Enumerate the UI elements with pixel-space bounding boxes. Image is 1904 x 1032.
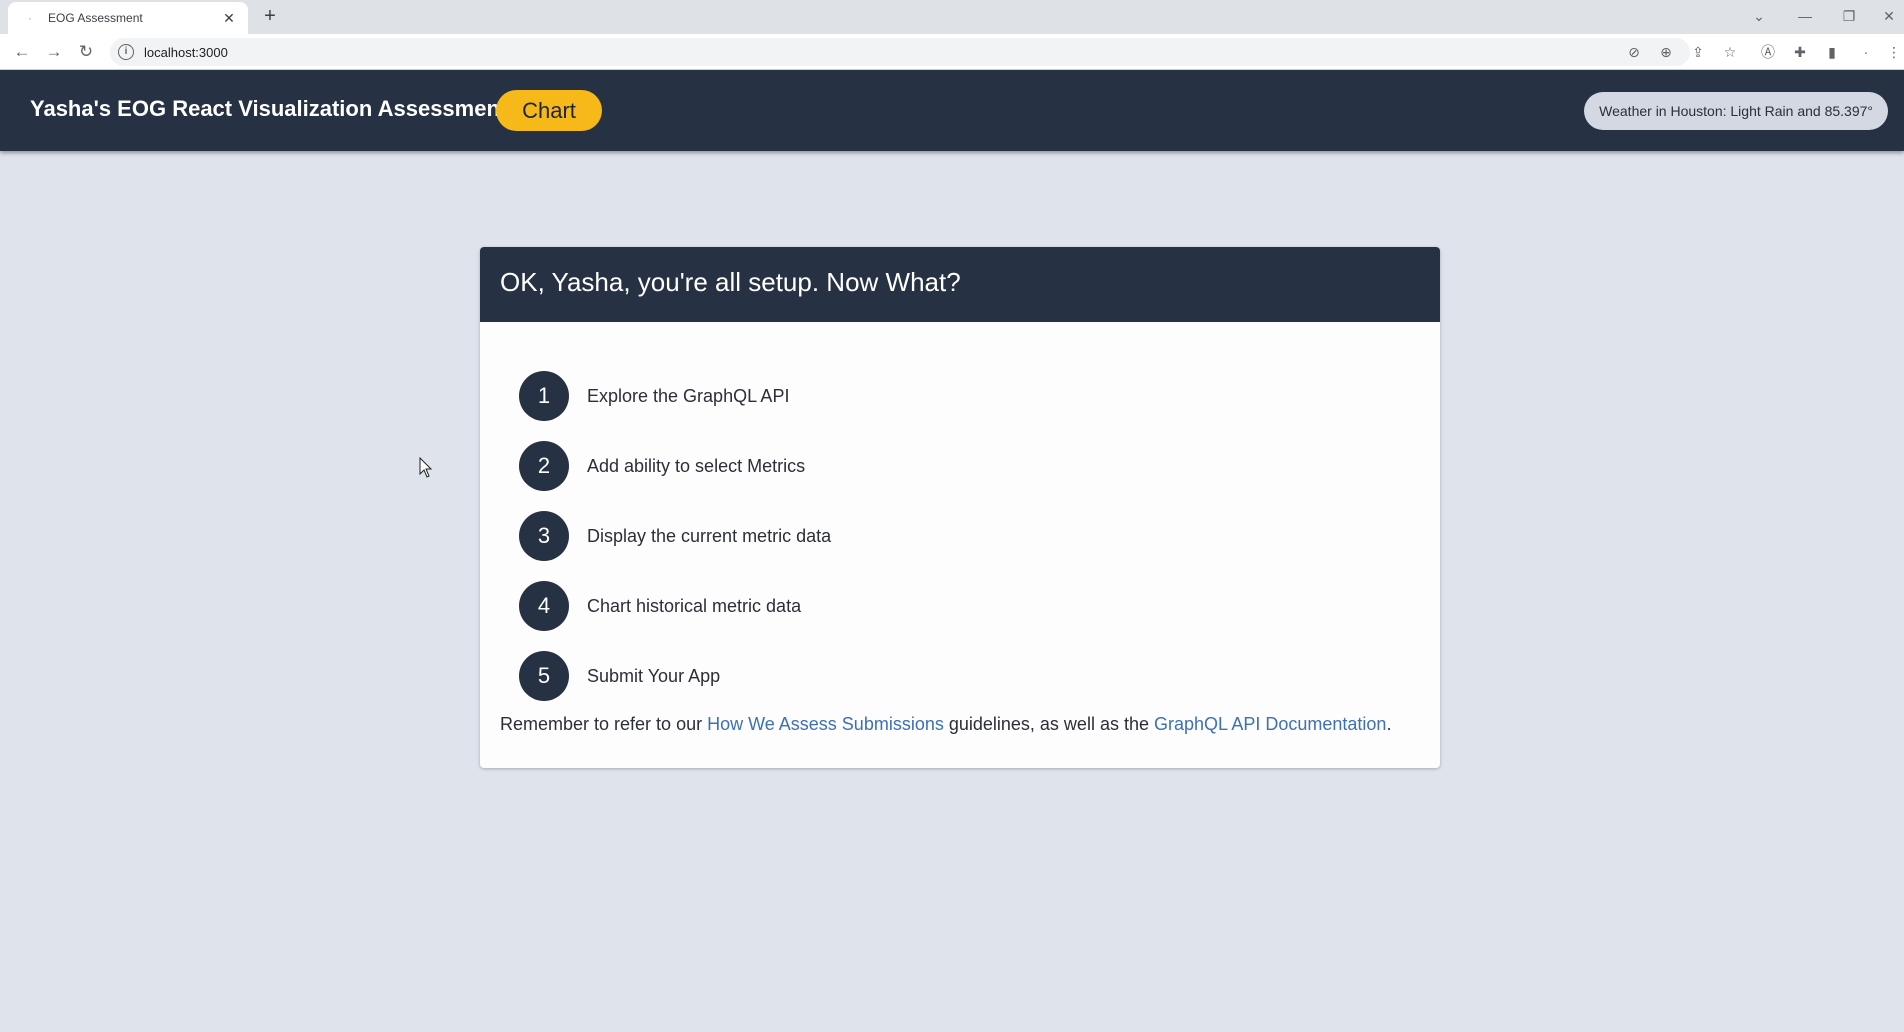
share-icon[interactable]: ⇪ — [1686, 40, 1710, 64]
footer-note: Remember to refer to our How We Assess S… — [500, 714, 1391, 735]
extension-icon[interactable]: ✚ — [1788, 40, 1812, 64]
forward-arrow-icon[interactable]: → — [42, 40, 66, 64]
list-item: 3 Display the current metric data — [519, 501, 831, 571]
tab-search-icon[interactable]: ⌄ — [1744, 4, 1774, 28]
browser-tab[interactable]: · EOG Assessment ✕ — [8, 2, 248, 34]
back-arrow-icon[interactable]: ← — [10, 40, 34, 64]
list-item: 5 Submit Your App — [519, 641, 831, 711]
app-header: Yasha's EOG React Visualization Assessme… — [0, 70, 1904, 151]
step-text: Explore the GraphQL API — [587, 385, 790, 406]
reload-icon[interactable]: ↻ — [74, 40, 98, 64]
steps-list: 1 Explore the GraphQL API 2 Add ability … — [519, 361, 831, 711]
chart-button[interactable]: Chart — [496, 90, 602, 131]
step-text: Submit Your App — [587, 665, 721, 686]
info-icon[interactable]: i — [118, 44, 134, 60]
restore-icon[interactable]: ❐ — [1834, 4, 1864, 28]
footer-prefix: Remember to refer to our — [500, 714, 708, 734]
tab-title: EOG Assessment — [48, 11, 143, 25]
sidebar-icon[interactable]: ▮ — [1820, 40, 1844, 64]
footer-middle: guidelines, as well as the — [943, 714, 1154, 734]
tab-close-icon[interactable]: ✕ — [220, 9, 238, 27]
card-heading: OK, Yasha, you're all setup. Now What? — [480, 247, 1440, 322]
mouse-cursor-icon — [419, 457, 433, 478]
step-text: Chart historical metric data — [587, 595, 802, 616]
profile-extension-icon[interactable]: Ⓐ — [1756, 40, 1780, 64]
step-text: Display the current metric data — [587, 525, 832, 546]
url-text[interactable]: localhost:3000 — [144, 45, 228, 60]
new-tab-button[interactable]: + — [258, 5, 282, 29]
menu-icon[interactable]: ⋮ — [1882, 40, 1904, 64]
address-bar[interactable]: i localhost:3000 — [110, 38, 1690, 66]
browser-toolbar: ← → ↻ i localhost:3000 ⊘ ⊕ ⇪ ☆ Ⓐ ✚ ▮ · ⋮ — [0, 34, 1904, 70]
step-number-avatar: 2 — [519, 441, 569, 491]
dot-icon: · — [1863, 44, 1869, 60]
step-number-avatar: 3 — [519, 511, 569, 561]
list-item: 1 Explore the GraphQL API — [519, 361, 831, 431]
loading-favicon-icon: · — [28, 11, 32, 25]
star-icon[interactable]: ☆ — [1718, 40, 1742, 64]
step-number-avatar: 5 — [519, 651, 569, 701]
browser-tab-strip: · EOG Assessment ✕ + ⌄ — ❐ ✕ — [0, 0, 1904, 34]
list-item: 2 Add ability to select Metrics — [519, 431, 831, 501]
footer-suffix: . — [1386, 714, 1392, 734]
graphql-docs-link[interactable]: GraphQL API Documentation — [1154, 714, 1386, 734]
close-window-icon[interactable]: ✕ — [1874, 4, 1904, 28]
instructions-card: OK, Yasha, you're all setup. Now What? 1… — [480, 247, 1440, 768]
blocked-icon[interactable]: ⊘ — [1622, 40, 1646, 64]
weather-chip[interactable]: Weather in Houston: Light Rain and 85.39… — [1584, 92, 1888, 130]
zoom-icon[interactable]: ⊕ — [1654, 40, 1678, 64]
minimize-icon[interactable]: — — [1790, 4, 1820, 28]
how-we-assess-link[interactable]: How We Assess Submissions — [707, 714, 944, 734]
app-title: Yasha's EOG React Visualization Assessme… — [30, 96, 508, 121]
step-text: Add ability to select Metrics — [587, 455, 806, 476]
step-number-avatar: 1 — [519, 371, 569, 421]
list-item: 4 Chart historical metric data — [519, 571, 831, 641]
step-number-avatar: 4 — [519, 581, 569, 631]
